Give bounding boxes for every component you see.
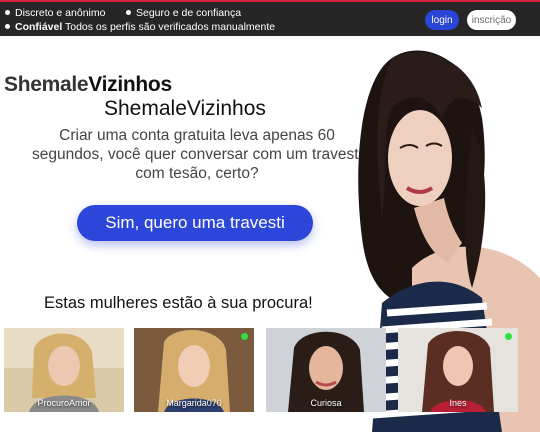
profile-name: Ines [449, 398, 467, 408]
profiles-section-title: Estas mulheres estão à sua procura! [44, 294, 313, 312]
feature-label: Discreto e anônimo [15, 7, 106, 19]
feature-trusted: Confiável Todos os perfis são verificado… [5, 21, 275, 33]
profile-name: ProcuroAmor [37, 398, 91, 408]
logo-part-1: Shemale [4, 73, 89, 96]
bullet-icon [5, 23, 10, 29]
login-button[interactable]: login [425, 10, 459, 30]
logo-part-2: Vizinhos [88, 73, 172, 96]
site-logo[interactable]: ShemaleVizinhos [4, 73, 172, 97]
feature-discreet: Discreto e anônimo [5, 7, 105, 19]
signup-button[interactable]: inscrição [467, 10, 516, 30]
profile-card[interactable]: Ines [398, 328, 518, 412]
site-name-heading: ShemaleVizinhos [104, 97, 266, 120]
feature-secure: Seguro e de confiança [126, 7, 241, 19]
profile-card[interactable]: ProcuroAmor [4, 328, 124, 412]
bullet-icon [5, 9, 10, 15]
feature-label: Confiável [15, 21, 63, 33]
top-bar: Discreto e anônimo Seguro e de confiança… [0, 0, 540, 36]
profile-card[interactable]: Curiosa [266, 328, 386, 412]
feature-detail: Todos os perfis são verificados manualme… [65, 21, 276, 33]
bullet-icon [126, 9, 131, 15]
feature-label: Seguro e de confiança [136, 7, 242, 19]
hero-tagline: Criar uma conta gratuita leva apenas 60 … [32, 127, 362, 182]
profile-name: Margarida070 [166, 398, 222, 408]
online-status-icon [505, 333, 512, 340]
profile-card[interactable]: Margarida070 [134, 328, 254, 412]
cta-button[interactable]: Sim, quero uma travesti [77, 205, 313, 241]
online-status-icon [241, 333, 248, 340]
profile-name: Curiosa [310, 398, 342, 408]
